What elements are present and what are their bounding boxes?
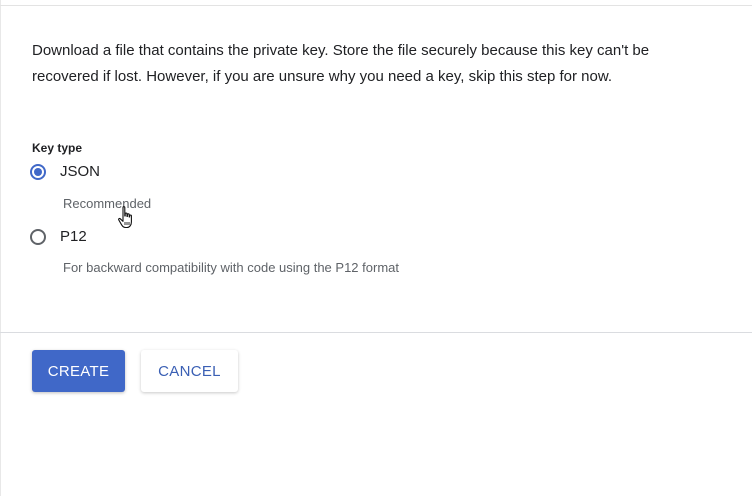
key-description: Download a file that contains the privat… (32, 42, 650, 85)
radio-option-p12[interactable]: P12 (30, 228, 87, 245)
section-divider (0, 332, 752, 333)
top-border (0, 5, 752, 6)
p12-helper-text: For backward compatibility with code usi… (63, 260, 399, 275)
key-type-label: Key type (32, 141, 83, 155)
json-option-label: JSON (60, 163, 101, 180)
hand-pointer-icon (118, 206, 132, 229)
json-radio-button[interactable] (30, 163, 46, 180)
p12-radio-button[interactable] (30, 228, 46, 245)
p12-option-label: P12 (60, 228, 87, 245)
left-border (0, 0, 1, 496)
create-button[interactable]: CREATE (32, 350, 125, 392)
radio-option-json[interactable]: JSON (30, 163, 100, 180)
cancel-button[interactable]: CANCEL (141, 350, 238, 392)
